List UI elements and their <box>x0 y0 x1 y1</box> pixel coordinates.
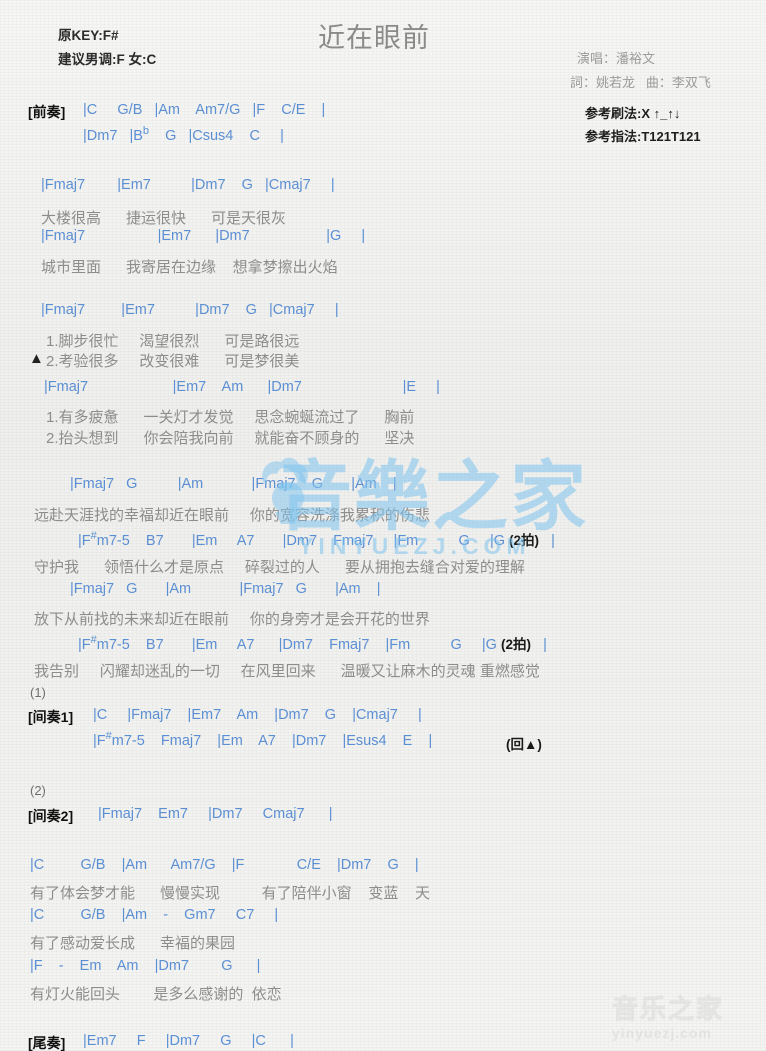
verse1-lyric-line-2: 城市里面 我寄居在边缘 想拿梦擦出火焰 <box>41 259 338 276</box>
chorus2-chord-line-2-a: |F <box>78 637 91 653</box>
chorus1-chord-line-2-b: m7-5 B7 |Em A7 |Dm7 Fmaj7 |Fm G |G <box>96 533 510 549</box>
credits-label: 詞：姚若龙 曲：李双飞 <box>570 75 711 90</box>
interlude1-chord-line-1: |C |Fmaj7 |Em7 Am |Dm7 G |Cmaj7 | <box>93 707 422 723</box>
chorus2-chord-line-2-end: | <box>530 637 547 653</box>
original-key-label: 原KEY:F# <box>58 28 119 43</box>
chorus2-chord-line-1: |Fmaj7 G |Am |Fmaj7 G |Am | <box>70 581 381 597</box>
verse2-lyric-line-2a: 1.有多疲惫 一关灯才发觉 思念蜿蜒流过了 胸前 <box>46 409 415 426</box>
verse3-chord-line-1: |C G/B |Am Am7/G |F C/E |Dm7 G | <box>30 857 419 873</box>
verse3-lyric-line-2: 有了感动爱长成 幸福的果园 <box>30 935 236 952</box>
strum-reference-label: 参考刷法:X ↑_↑↓ <box>585 106 681 121</box>
verse3-lyric-line-3: 有灯火能回头 是多么感谢的 依恋 <box>30 986 282 1003</box>
chorus1-chord-line-2-end: | <box>539 533 555 549</box>
verse3-lyric-line-1: 有了体会梦才能 慢慢实现 有了陪伴小窗 变蓝 天 <box>30 885 431 902</box>
verse3-chord-line-3: |F - Em Am |Dm7 G | <box>30 958 261 974</box>
section-tag-interlude2: [间奏2] <box>28 808 74 824</box>
chord-sheet-page: 原KEY:F# 建议男调:F 女:C 近在眼前 演唱：潘裕文 詞：姚若龙 曲：李… <box>0 0 766 1051</box>
repeat-to-triangle-mark: (回▲) <box>506 737 542 752</box>
center-watermark-cn: 音樂之家 <box>276 452 588 541</box>
chorus1-chord-line-2-a: |F <box>78 533 91 549</box>
intro-chord-line-2-a: |Dm7 |B <box>83 128 143 144</box>
section-tag-intro: [前奏] <box>28 104 66 120</box>
interlude1-chord-line-2-a: |F <box>93 733 106 749</box>
ending-mark-2: (2) <box>30 783 46 798</box>
interlude1-chord-line-2-b: m7-5 Fmaj7 |Em A7 |Dm7 |Esus4 E | <box>111 733 433 749</box>
chorus2-chord-line-2: |F#m7-5 B7 |Em A7 |Dm7 Fmaj7 |Fm G |G (2… <box>78 633 547 653</box>
bottom-watermark-en: yinyuezj.com <box>612 1025 712 1041</box>
page-title: 近在眼前 <box>318 23 430 53</box>
repeat-triangle-icon: ▲ <box>29 350 44 367</box>
interlude2-chord-line-1: |Fmaj7 Em7 |Dm7 Cmaj7 | <box>98 806 333 822</box>
chorus2-chord-line-2-b: m7-5 B7 |Em A7 |Dm7 Fmaj7 |Fm G |G <box>96 637 501 653</box>
chorus1-lyric-line-1: 远赴天涯找的幸福却近在眼前 你的宽容洗涤我累积的伤悲 <box>34 507 430 524</box>
finger-reference-label: 参考指法:T121T121 <box>585 129 701 144</box>
chorus1-beat-annotation: (2拍) <box>509 533 540 548</box>
verse2-lyric-line-2b: 2.抬头想到 你会陪我向前 就能奋不顾身的 坚决 <box>46 430 415 447</box>
intro-chord-line-2-b: G |Csus4 C | <box>149 128 284 144</box>
verse2-chord-line-1: |Fmaj7 |Em7 |Dm7 G |Cmaj7 | <box>41 302 339 318</box>
verse2-lyric-line-1a: 1.脚步很忙 渴望很烈 可是路很远 <box>46 333 300 350</box>
chorus1-chord-line-1: |Fmaj7 G |Am |Fmaj7 G |Am | <box>70 476 397 492</box>
verse1-chord-line-2: |Fmaj7 |Em7 |Dm7 |G | <box>41 228 366 244</box>
bottom-watermark: 音乐之家 yinyuezj.com <box>611 995 725 1042</box>
interlude1-chord-line-2: |F#m7-5 Fmaj7 |Em A7 |Dm7 |Esus4 E | <box>93 731 433 749</box>
chorus1-lyric-line-2: 守护我 领悟什么才是原点 碎裂过的人 要从拥抱去缝合对爱的理解 <box>34 559 525 576</box>
suggested-key-label: 建议男调:F 女:C <box>58 52 157 67</box>
singer-label: 演唱：潘裕文 <box>577 51 656 66</box>
intro-chord-line-1: |C G/B |Am Am7/G |F C/E | <box>83 102 326 118</box>
verse1-chord-line-1: |Fmaj7 |Em7 |Dm7 G |Cmaj7 | <box>41 177 335 193</box>
chorus2-beat-annotation: (2拍) <box>500 637 531 652</box>
chorus1-chord-line-2: |F#m7-5 B7 |Em A7 |Dm7 Fmaj7 |Fm G |G (2… <box>78 529 555 549</box>
section-tag-interlude1: [间奏1] <box>28 709 74 725</box>
verse2-lyric-line-1b: 2.考验很多 改变很难 可是梦很美 <box>46 353 300 370</box>
section-tag-outro: [尾奏] <box>28 1035 66 1051</box>
intro-chord-line-2: |Dm7 |Bb G |Csus4 C | <box>83 126 284 144</box>
chorus2-lyric-line-2: 我告别 闪耀却迷乱的一切 在风里回来 温暖又让麻木的灵魂 重燃感觉 <box>34 663 540 680</box>
verse3-chord-line-2: |C G/B |Am - Gm7 C7 | <box>30 907 279 923</box>
ending-mark-1: (1) <box>30 685 46 700</box>
chorus2-lyric-line-1: 放下从前找的未来却近在眼前 你的身旁才是会开花的世界 <box>34 611 430 628</box>
outro-chord-line-1: |Em7 F |Dm7 G |C | <box>83 1033 294 1049</box>
verse1-lyric-line-1: 大楼很高 捷运很快 可是天很灰 <box>41 210 287 227</box>
bottom-watermark-cn: 音乐之家 <box>611 995 725 1025</box>
verse2-chord-line-2: |Fmaj7 |Em7 Am |Dm7 |E | <box>44 379 440 395</box>
